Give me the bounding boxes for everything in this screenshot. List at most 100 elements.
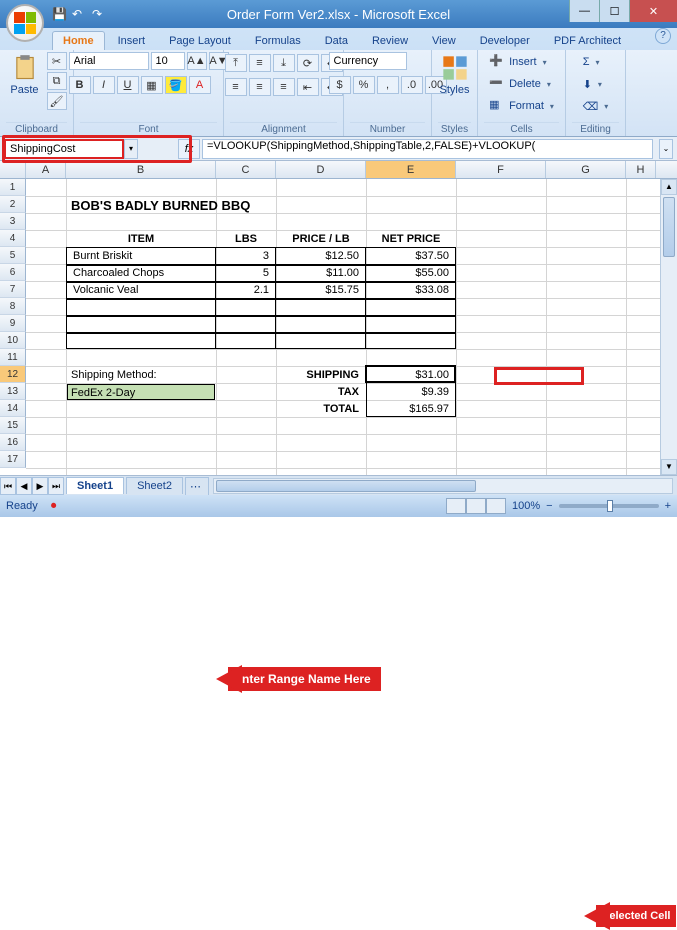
align-middle-button[interactable]: ≡ — [249, 54, 271, 72]
hscroll-thumb[interactable] — [216, 480, 476, 492]
lbl-tax[interactable]: TAX — [278, 384, 362, 401]
editing-label[interactable]: Editing — [572, 122, 619, 135]
zoom-slider[interactable] — [559, 504, 659, 508]
align-top-button[interactable]: ⤒ — [225, 54, 247, 72]
lbl-shipping[interactable]: SHIPPING — [278, 367, 362, 384]
last-sheet-button[interactable]: ⏭ — [48, 477, 64, 495]
r7-lbs[interactable]: 2.1 — [218, 282, 272, 299]
format-painter-button[interactable]: 🖌 — [47, 92, 67, 110]
tab-home[interactable]: Home — [52, 31, 105, 50]
row-3[interactable]: 3 — [0, 213, 26, 230]
cut-button[interactable]: ✂ — [47, 52, 67, 70]
close-button[interactable]: ✕ — [629, 0, 677, 22]
format-cells-button[interactable]: ▦Format▾ — [489, 96, 554, 116]
val-tax[interactable]: $9.39 — [368, 384, 452, 401]
tab-formulas[interactable]: Formulas — [244, 31, 312, 50]
row-1[interactable]: 1 — [0, 179, 26, 196]
r7-net[interactable]: $33.08 — [368, 282, 452, 299]
r7-item[interactable]: Volcanic Veal — [70, 282, 141, 299]
styles-button[interactable]: Styles — [437, 52, 473, 98]
percent-button[interactable]: % — [353, 76, 375, 94]
name-box[interactable] — [4, 139, 124, 159]
align-left-button[interactable]: ≡ — [225, 78, 247, 96]
row-5[interactable]: 5 — [0, 247, 26, 264]
r6-item[interactable]: Charcoaled Chops — [70, 265, 167, 282]
row-17[interactable]: 17 — [0, 451, 26, 468]
col-b[interactable]: B — [66, 161, 216, 178]
expand-formula-bar[interactable]: ⌄ — [659, 139, 673, 159]
row-10[interactable]: 10 — [0, 332, 26, 349]
name-box-dropdown[interactable]: ▾ — [124, 139, 138, 159]
r5-net[interactable]: $37.50 — [368, 248, 452, 265]
paste-button[interactable]: Paste — [7, 52, 43, 98]
scroll-thumb[interactable] — [663, 197, 675, 257]
row-6[interactable]: 6 — [0, 264, 26, 281]
increase-decimal-button[interactable]: .0 — [401, 76, 423, 94]
tab-data[interactable]: Data — [314, 31, 359, 50]
r6-net[interactable]: $55.00 — [368, 265, 452, 282]
zoom-out-button[interactable]: − — [546, 500, 552, 512]
alignment-label[interactable]: Alignment — [230, 122, 337, 135]
col-d[interactable]: D — [276, 161, 366, 178]
first-sheet-button[interactable]: ⏮ — [0, 477, 16, 495]
autosum-button[interactable]: Σ▾ — [583, 52, 600, 72]
col-a[interactable]: A — [26, 161, 66, 178]
col-h[interactable]: H — [626, 161, 656, 178]
row-13[interactable]: 13 — [0, 383, 26, 400]
styles-group-label[interactable]: Styles — [438, 122, 471, 135]
ship-method-cell[interactable]: FedEx 2-Day — [67, 384, 215, 400]
hdr-price[interactable]: PRICE / LB — [278, 231, 364, 248]
font-label[interactable]: Font — [80, 122, 217, 135]
r6-price[interactable]: $11.00 — [278, 265, 362, 282]
lbl-total[interactable]: TOTAL — [278, 401, 362, 418]
hdr-item[interactable]: ITEM — [68, 231, 214, 248]
row-4[interactable]: 4 — [0, 230, 26, 247]
r5-item[interactable]: Burnt Briskit — [70, 248, 135, 265]
sheet-tab-2[interactable]: Sheet2 — [126, 477, 183, 494]
row-12[interactable]: 12 — [0, 366, 26, 383]
tab-pdf-architect[interactable]: PDF Architect — [543, 31, 632, 50]
hdr-net[interactable]: NET PRICE — [368, 231, 454, 248]
row-11[interactable]: 11 — [0, 349, 26, 366]
row-2[interactable]: 2 — [0, 196, 26, 213]
scroll-down-button[interactable]: ▼ — [661, 459, 677, 475]
select-all-corner[interactable] — [0, 161, 26, 178]
redo-icon[interactable]: ↷ — [92, 7, 106, 21]
r7-price[interactable]: $15.75 — [278, 282, 362, 299]
col-e[interactable]: E — [366, 161, 456, 178]
font-color-button[interactable]: A — [189, 76, 211, 94]
fill-color-button[interactable]: 🪣 — [165, 76, 187, 94]
next-sheet-button[interactable]: ▶ — [32, 477, 48, 495]
tab-insert[interactable]: Insert — [107, 31, 157, 50]
decrease-indent-button[interactable]: ⇤ — [297, 78, 319, 96]
save-icon[interactable]: 💾 — [52, 7, 66, 21]
ship-method-label[interactable]: Shipping Method: — [68, 367, 160, 384]
tab-view[interactable]: View — [421, 31, 467, 50]
grow-font-button[interactable]: A▲ — [187, 52, 207, 70]
zoom-in-button[interactable]: + — [665, 500, 671, 512]
fill-button[interactable]: ⬇▾ — [583, 74, 602, 94]
font-size-input[interactable] — [151, 52, 185, 70]
val-total[interactable]: $165.97 — [368, 401, 452, 418]
maximize-button[interactable]: ☐ — [599, 0, 629, 22]
align-center-button[interactable]: ≡ — [249, 78, 271, 96]
new-sheet-button[interactable]: ⋯ — [185, 477, 209, 495]
tab-page-layout[interactable]: Page Layout — [158, 31, 242, 50]
clear-button[interactable]: ⌫▾ — [583, 96, 609, 116]
help-button[interactable]: ? — [655, 28, 671, 44]
row-14[interactable]: 14 — [0, 400, 26, 417]
number-label[interactable]: Number — [350, 122, 425, 135]
number-format-input[interactable] — [329, 52, 407, 70]
sheet-tab-1[interactable]: Sheet1 — [66, 477, 124, 494]
bold-button[interactable]: B — [69, 76, 91, 94]
row-15[interactable]: 15 — [0, 417, 26, 434]
zoom-thumb[interactable] — [607, 500, 613, 512]
currency-button[interactable]: $ — [329, 76, 351, 94]
row-16[interactable]: 16 — [0, 434, 26, 451]
font-name-input[interactable] — [69, 52, 149, 70]
copy-button[interactable]: ⧉ — [47, 72, 67, 90]
insert-cells-button[interactable]: ➕Insert▾ — [489, 52, 547, 72]
border-button[interactable]: ▦ — [141, 76, 163, 94]
col-g[interactable]: G — [546, 161, 626, 178]
r5-price[interactable]: $12.50 — [278, 248, 362, 265]
